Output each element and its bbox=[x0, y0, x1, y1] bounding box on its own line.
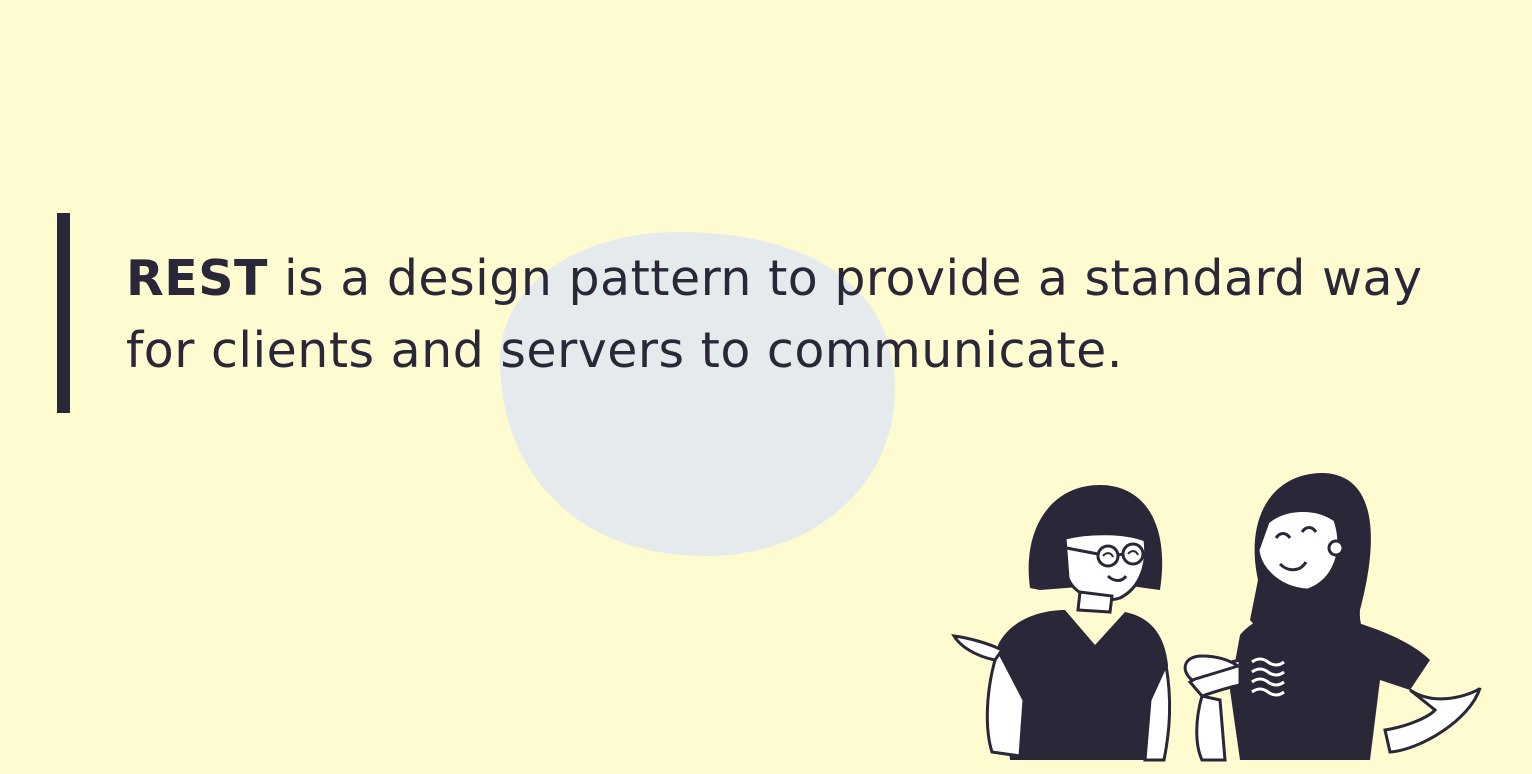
slide: REST is a design pattern to provide a st… bbox=[0, 0, 1532, 774]
two-people-talking-illustration bbox=[951, 472, 1482, 762]
left-person bbox=[951, 485, 1172, 762]
term-rest: REST bbox=[126, 250, 268, 307]
quote-text: REST is a design pattern to provide a st… bbox=[126, 243, 1526, 387]
right-person bbox=[1183, 472, 1482, 762]
quote-bar bbox=[57, 213, 70, 413]
quote-line-1: is a design pattern to provide a standar… bbox=[267, 250, 1423, 307]
quote-line-2: for clients and servers to communicate. bbox=[126, 322, 1123, 379]
